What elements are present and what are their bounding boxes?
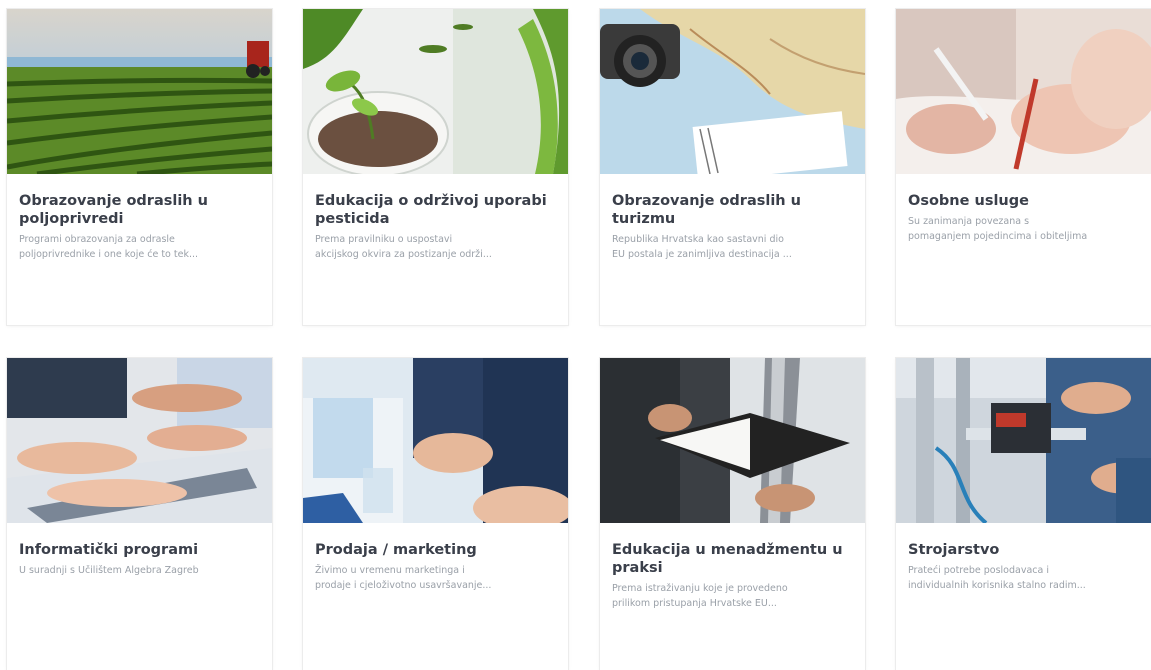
plant-seedling-image[interactable] bbox=[303, 9, 568, 174]
card-title-line: Edukacija o održivoj uporabi bbox=[315, 193, 547, 209]
program-card-mechanical-engineering[interactable]: Strojarstvo Prateći potrebe poslodavaca … bbox=[896, 358, 1151, 670]
card-description-line: Prema pravilniku o uspostavi bbox=[315, 234, 453, 245]
card-description: Programi obrazovanja za odrasle poljopri… bbox=[19, 232, 260, 262]
card-description-line: prodaje i cjeloživotno usavršavanje... bbox=[315, 580, 492, 591]
program-card-agriculture[interactable]: Obrazovanje odraslih u poljoprivredi Pro… bbox=[7, 9, 272, 325]
program-card-management[interactable]: Edukacija u menadžmentu u praksi Prema i… bbox=[600, 358, 865, 670]
card-title-line: Edukacija u menadžmentu u bbox=[612, 542, 843, 558]
card-description-line: Su zanimanja povezana s bbox=[908, 216, 1030, 227]
card-description: Republika Hrvatska kao sastavni dio EU p… bbox=[612, 232, 853, 262]
card-title-line: Obrazovanje odraslih u bbox=[612, 193, 801, 209]
card-title[interactable]: Edukacija o održivoj uporabi pesticida bbox=[315, 192, 556, 228]
card-description-line: individualnih korisnika stalno radim... bbox=[908, 580, 1086, 591]
card-description: Prema pravilniku o uspostavi akcijskog o… bbox=[315, 232, 556, 262]
card-title-line: pesticida bbox=[315, 211, 390, 227]
card-description: Prema istraživanju koje je provedeno pri… bbox=[612, 581, 853, 611]
program-card-pesticides[interactable]: Edukacija o održivoj uporabi pesticida P… bbox=[303, 9, 568, 325]
card-description: U suradnji s Učilištem Algebra Zagreb bbox=[19, 563, 260, 578]
card-title-line: turizmu bbox=[612, 211, 676, 227]
card-description-line: Živimo u vremenu marketinga i bbox=[315, 565, 465, 576]
card-title[interactable]: Obrazovanje odraslih u turizmu bbox=[612, 192, 853, 228]
card-title-line: poljoprivredi bbox=[19, 211, 124, 227]
card-description-line: poljoprivrednike i one koje će to tek... bbox=[19, 249, 199, 260]
card-title[interactable]: Strojarstvo bbox=[908, 541, 1149, 559]
card-description-line: EU postala je zanimljiva destinacija ... bbox=[612, 249, 792, 260]
card-title-line: Prodaja / marketing bbox=[315, 542, 477, 558]
program-card-sales-marketing[interactable]: Prodaja / marketing Živimo u vremenu mar… bbox=[303, 358, 568, 670]
card-description-line: Republika Hrvatska kao sastavni dio bbox=[612, 234, 784, 245]
card-description-line: Prema istraživanju koje je provedeno bbox=[612, 583, 788, 594]
card-description-line: prilikom pristupanja Hrvatske EU... bbox=[612, 598, 777, 609]
card-description-line: akcijskog okvira za postizanje održi... bbox=[315, 249, 492, 260]
card-description: Prateći potrebe poslodavaca i individual… bbox=[908, 563, 1149, 593]
card-title[interactable]: Prodaja / marketing bbox=[315, 541, 556, 559]
field-with-tractor-image[interactable] bbox=[7, 9, 272, 174]
program-card-it[interactable]: Informatički programi U suradnji s Učili… bbox=[7, 358, 272, 670]
card-title[interactable]: Edukacija u menadžmentu u praksi bbox=[612, 541, 853, 577]
card-title[interactable]: Osobne usluge bbox=[908, 192, 1149, 210]
card-title-line: Obrazovanje odraslih u bbox=[19, 193, 208, 209]
card-description-line: pomaganjem pojedincima i obiteljima bbox=[908, 231, 1088, 242]
program-card-grid: Obrazovanje odraslih u poljoprivredi Pro… bbox=[0, 0, 1151, 670]
card-description: Živimo u vremenu marketinga i prodaje i … bbox=[315, 563, 556, 593]
laptop-hands-image[interactable] bbox=[7, 358, 272, 523]
card-description-line: Programi obrazovanja za odrasle bbox=[19, 234, 175, 245]
card-title-line: praksi bbox=[612, 560, 663, 576]
machinery-image[interactable] bbox=[896, 358, 1151, 523]
writing-hands-image[interactable] bbox=[896, 9, 1151, 174]
card-title-line: Strojarstvo bbox=[908, 542, 1000, 558]
card-description-line: U suradnji s Učilištem Algebra Zagreb bbox=[19, 565, 199, 576]
card-title[interactable]: Informatički programi bbox=[19, 541, 260, 559]
card-title[interactable]: Obrazovanje odraslih u poljoprivredi bbox=[19, 192, 260, 228]
card-description-line: Prateći potrebe poslodavaca i bbox=[908, 565, 1049, 576]
open-notebook-image[interactable] bbox=[600, 358, 865, 523]
card-title-line: Informatički programi bbox=[19, 542, 199, 558]
card-title-line: Osobne usluge bbox=[908, 193, 1029, 209]
map-and-camera-image[interactable] bbox=[600, 9, 865, 174]
business-meeting-image[interactable] bbox=[303, 358, 568, 523]
card-description: Su zanimanja povezana s pomaganjem pojed… bbox=[908, 214, 1149, 244]
program-card-tourism[interactable]: Obrazovanje odraslih u turizmu Republika… bbox=[600, 9, 865, 325]
program-card-personal-services[interactable]: Osobne usluge Su zanimanja povezana s po… bbox=[896, 9, 1151, 325]
